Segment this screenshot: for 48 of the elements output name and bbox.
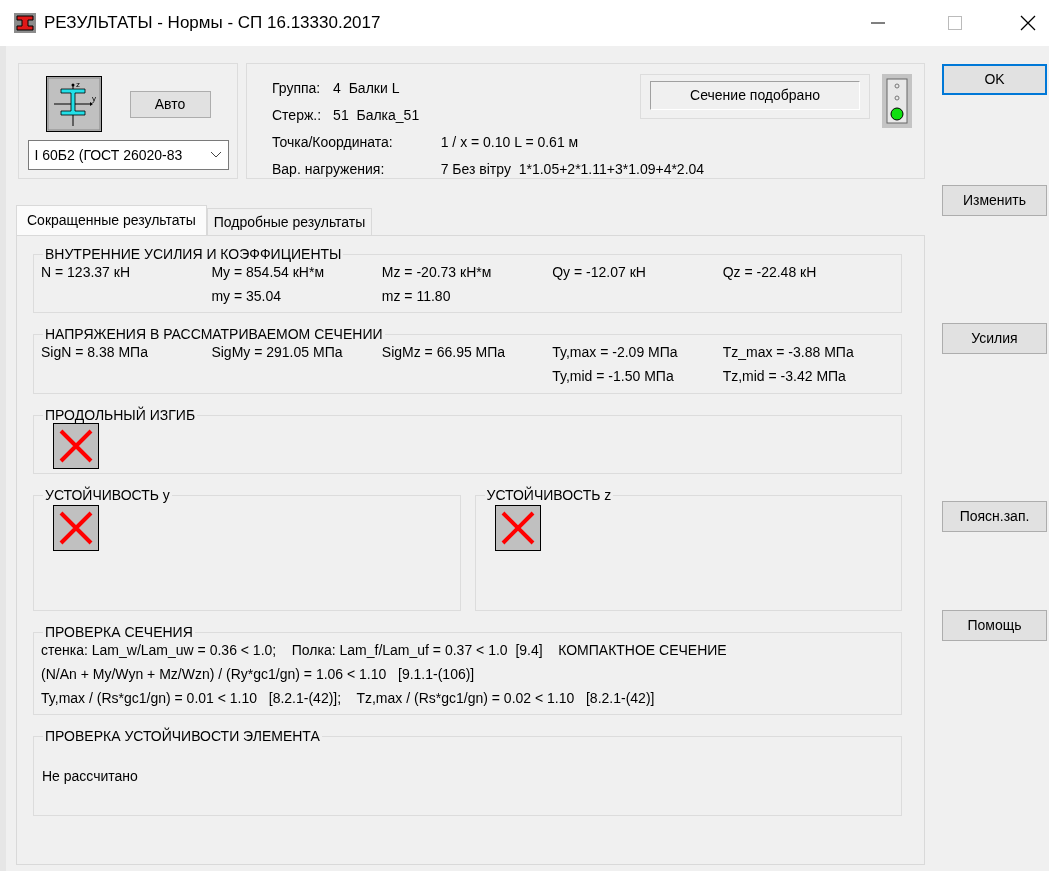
value-text: Tz,mid = -3.42 МПа bbox=[722, 367, 847, 386]
info-value: 4 Балки L bbox=[333, 79, 401, 98]
value-text: Mz = -20.73 кН*м bbox=[381, 263, 493, 282]
check-line: Ty,max / (Rs*gc1/gn) = 0.01 < 1.10 [8.2.1-(42)]; Tz,max / (Rs*gc1/gn) = 0.02 < 1.10 [8.2.1-(42)] bbox=[41, 689, 656, 708]
dialog-button[interactable]: Изменить bbox=[942, 185, 1047, 216]
dialog-button[interactable]: Помощь bbox=[942, 610, 1047, 641]
value-text: Ty,mid = -1.50 МПа bbox=[552, 367, 675, 386]
value-text: my = 35.04 bbox=[211, 287, 283, 306]
group-title: ПРОДОЛЬНЫЙ ИЗГИБ bbox=[44, 407, 197, 423]
value-text: Tz_max = -3.88 МПа bbox=[722, 343, 855, 362]
info-label: Точка/Координата: bbox=[272, 133, 393, 152]
status-display: Сечение подобрано bbox=[650, 81, 860, 110]
tab[interactable]: Подробные результаты bbox=[206, 208, 373, 235]
value-text: SigN = 8.38 МПа bbox=[41, 343, 149, 362]
info-label: Группа: bbox=[272, 79, 322, 98]
tab[interactable]: Сокращенные результаты bbox=[16, 205, 207, 235]
app-icon bbox=[14, 13, 36, 33]
group-title: ПРОВЕРКА УСТОЙЧИВОСТИ ЭЛЕМЕНТА bbox=[44, 728, 321, 744]
dialog-button[interactable]: Поясн.зап. bbox=[942, 501, 1047, 532]
value-text: My = 854.54 кН*м bbox=[211, 263, 326, 282]
value-text: Qz = -22.48 кН bbox=[722, 263, 818, 282]
auto-button[interactable]: Авто bbox=[129, 90, 211, 118]
value-text: SigMz = 66.95 МПа bbox=[381, 343, 507, 362]
dialog-button[interactable]: OK bbox=[942, 64, 1047, 95]
i-beam-section-icon: z y bbox=[45, 76, 102, 132]
info-value: 1 / x = 0.10 L = 0.61 м bbox=[440, 133, 580, 152]
window-title: РЕЗУЛЬТАТЫ - Нормы - СП 16.13330.2017 bbox=[44, 12, 381, 35]
group-title: УСТОЙЧИВОСТЬ y bbox=[44, 487, 171, 503]
value-text: SigMy = 291.05 МПа bbox=[211, 343, 344, 362]
group-title: ПРОВЕРКА СЕЧЕНИЯ bbox=[44, 624, 194, 640]
note-text: Не рассчитано bbox=[42, 767, 139, 786]
check-line: стенка: Lam_w/Lam_uw = 0.36 < 1.0; Полка: Lam_f/Lam_uf = 0.37 < 1.0 [9.4] КОМПАКТНОЕ СЕЧЕНИЕ bbox=[41, 641, 728, 660]
info-label: Вар. нагружения: bbox=[272, 160, 386, 179]
info-label: Стерж.: bbox=[272, 106, 322, 125]
close-icon[interactable] bbox=[1020, 15, 1036, 31]
group-title: УСТОЙЧИВОСТЬ z bbox=[485, 487, 613, 503]
info-value: 51 Балка_51 bbox=[333, 106, 420, 125]
value-text: N = 123.37 кН bbox=[41, 263, 131, 282]
profile-dropdown[interactable]: I 60Б2 (ГОСТ 26020-83 bbox=[27, 140, 229, 170]
check-line: (N/An + My/Wyn + Mz/Wzn) / (Ry*gc1/gn) = 1.06 < 1.10 [9.1.1-(106)] bbox=[41, 665, 476, 684]
value-text: Ty,max = -2.09 МПа bbox=[552, 343, 679, 362]
chevron-down-icon bbox=[209, 151, 222, 159]
info-value: 7 Без вітру 1*1.05+2*1.11+3*1.09+4*2.04 bbox=[440, 160, 705, 179]
group-title: НАПРЯЖЕНИЯ В РАССМАТРИВАЕМОМ СЕЧЕНИИ bbox=[44, 326, 384, 342]
group-title: ВНУТРЕННИЕ УСИЛИЯ И КОЭФФИЦИЕНТЫ bbox=[44, 246, 343, 262]
value-text: mz = 11.80 bbox=[381, 287, 452, 306]
value-text: Qy = -12.07 кН bbox=[552, 263, 647, 282]
dialog-button[interactable]: Усилия bbox=[942, 323, 1047, 354]
